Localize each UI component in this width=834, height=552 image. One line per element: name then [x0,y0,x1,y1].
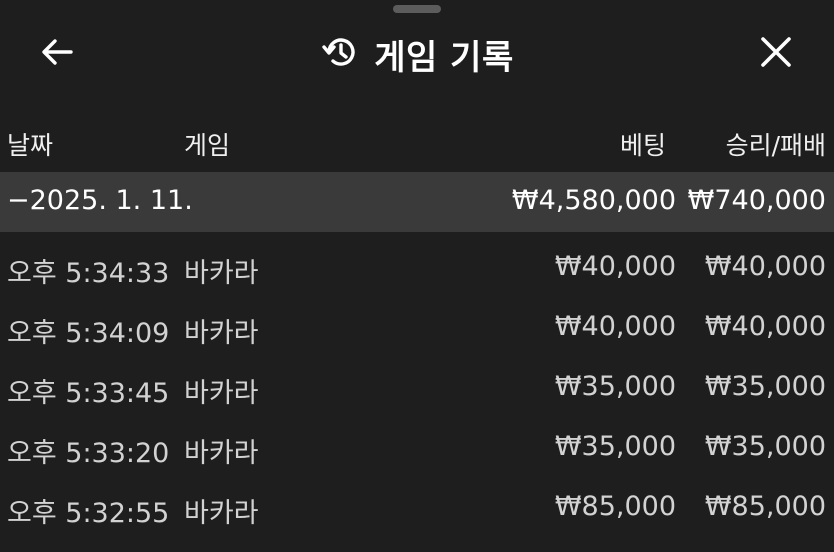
group-bet-total: ₩4,580,000 [511,185,676,216]
table-row[interactable]: 오후 5:34:33 바카라 ₩40,000 ₩40,000 [0,238,834,298]
row-bet: ₩85,000 [554,491,676,522]
table-row[interactable]: 오후 5:33:20 바카라 ₩35,000 ₩35,000 [0,418,834,478]
row-result: ₩40,000 [704,251,826,282]
history-list: 오후 5:34:33 바카라 ₩40,000 ₩40,000 오후 5:34:0… [0,238,834,538]
group-date: −2025. 1. 11. [7,185,193,216]
row-game: 바카라 [184,498,259,529]
page-title: 게임 기록 [374,37,514,78]
row-result: ₩35,000 [704,371,826,402]
row-game: 바카라 [184,318,259,349]
table-row[interactable]: 오후 5:33:45 바카라 ₩35,000 ₩35,000 [0,358,834,418]
row-bet: ₩35,000 [554,371,676,402]
row-time: 오후 5:34:09 [7,318,170,349]
header: 게임 기록 [0,14,834,94]
row-result: ₩35,000 [704,431,826,462]
row-result: ₩85,000 [704,491,826,522]
column-header-date[interactable]: 날짜 [7,126,53,162]
title-group: 게임 기록 [0,32,834,78]
close-icon [758,34,794,74]
history-icon [320,32,360,76]
row-game: 바카라 [184,378,259,409]
table-row[interactable]: 오후 5:34:09 바카라 ₩40,000 ₩40,000 [0,298,834,358]
row-time: 오후 5:33:45 [7,378,170,409]
row-time: 오후 5:33:20 [7,438,170,469]
close-button[interactable] [756,34,796,74]
column-header-game[interactable]: 게임 [184,126,230,162]
column-header-bet[interactable]: 베팅 [620,126,666,162]
row-bet: ₩35,000 [554,431,676,462]
row-game: 바카라 [184,258,259,289]
row-time: 오후 5:34:33 [7,258,170,289]
group-result-total: ₩740,000 [687,185,826,216]
table-header: 날짜 게임 베팅 승리/패배 [0,116,834,166]
drag-handle[interactable] [393,5,441,13]
row-bet: ₩40,000 [554,251,676,282]
row-game: 바카라 [184,438,259,469]
row-bet: ₩40,000 [554,311,676,342]
table-row[interactable]: 오후 5:32:55 바카라 ₩85,000 ₩85,000 [0,478,834,538]
row-result: ₩40,000 [704,311,826,342]
date-group-row[interactable]: −2025. 1. 11. ₩4,580,000 ₩740,000 [0,172,834,232]
column-header-result[interactable]: 승리/패배 [726,126,826,162]
row-time: 오후 5:32:55 [7,498,170,529]
